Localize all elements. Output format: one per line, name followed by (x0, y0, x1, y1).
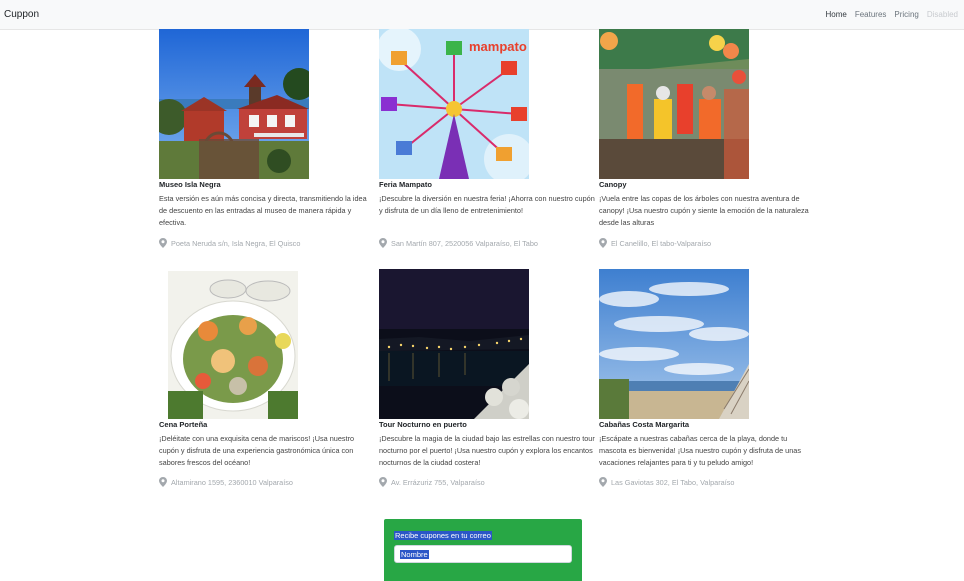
card-title: Canopy (599, 180, 627, 189)
coupon-card[interactable]: Canopy ¡Vuela entre las copas de los árb… (599, 29, 819, 254)
feria-mampato-image[interactable]: mampato (379, 29, 529, 179)
coupon-card[interactable]: Cena Porteña ¡Deléitate con una exquisit… (159, 269, 379, 494)
nav-links: Home Features Pricing Disabled (825, 10, 958, 19)
card-description: ¡Deléitate con una exquisita cena de mar… (159, 434, 355, 467)
card-title: Feria Mampato (379, 180, 432, 189)
card-location: Poeta Neruda s/n, Isla Negra, El Quisco (159, 238, 300, 248)
tour-nocturno-image[interactable] (379, 269, 529, 419)
coupon-card[interactable]: Tour Nocturno en puerto ¡Descubre la mag… (379, 269, 599, 494)
cena-portena-image[interactable] (168, 271, 298, 419)
card-location-text: San Martín 807, 2520056 Valparaíso, El T… (391, 238, 538, 248)
name-input[interactable]: Nombre (394, 545, 572, 563)
card-description: Esta versión es aún más concisa y direct… (159, 194, 367, 227)
newsletter-box: Recibe cupones en tu correo Nombre (384, 519, 582, 581)
card-location: Av. Errázuriz 755, Valparaíso (379, 477, 485, 487)
card-title: Museo Isla Negra (159, 180, 221, 189)
card-location: San Martín 807, 2520056 Valparaíso, El T… (379, 238, 538, 248)
card-title: Cena Porteña (159, 420, 208, 429)
card-location-text: Altamirano 1595, 2360010 Valparaíso (171, 477, 293, 487)
coupon-card[interactable]: Museo Isla Negra Esta versión es aún más… (159, 29, 379, 254)
card-description: ¡Escápate a nuestras cabañas cerca de la… (599, 434, 801, 467)
card-location-text: Las Gaviotas 302, El Tabo, Valparaíso (611, 477, 735, 487)
card-description: ¡Descubre la diversión en nuestra feria!… (379, 194, 595, 215)
navbar: Cuppon Home Features Pricing Disabled (0, 0, 964, 30)
card-location: Las Gaviotas 302, El Tabo, Valparaíso (599, 477, 734, 487)
coupon-card[interactable]: mampato Feria Mampato ¡Descubre la diver… (379, 29, 599, 254)
card-location: El Canelillo, El tabo-Valparaíso (599, 238, 711, 248)
card-description: ¡Descubre la magia de la ciudad bajo las… (379, 434, 595, 467)
map-pin-icon (599, 238, 607, 248)
cabanas-costa-margarita-image[interactable] (599, 269, 749, 419)
map-pin-icon (379, 477, 387, 487)
name-input-placeholder: Nombre (400, 550, 429, 559)
map-pin-icon (159, 477, 167, 487)
newsletter-label: Recibe cupones en tu correo (394, 531, 492, 540)
nav-pricing[interactable]: Pricing (894, 10, 918, 19)
card-title: Cabañas Costa Margarita (599, 420, 690, 429)
nav-disabled: Disabled (926, 10, 958, 19)
mampato-logo-text: mampato (469, 39, 527, 54)
nav-features[interactable]: Features (855, 10, 887, 19)
nav-home[interactable]: Home (825, 10, 846, 19)
card-location-text: Poeta Neruda s/n, Isla Negra, El Quisco (171, 238, 301, 248)
canopy-image[interactable] (599, 29, 749, 179)
card-location-text: El Canelillo, El tabo-Valparaíso (611, 238, 712, 248)
coupon-card[interactable]: Cabañas Costa Margarita ¡Escápate a nues… (599, 269, 819, 494)
brand-logo[interactable]: Cuppon (4, 9, 39, 20)
card-description: ¡Vuela entre las copas de los árboles co… (599, 194, 809, 227)
map-pin-icon (379, 238, 387, 248)
card-location-text: Av. Errázuriz 755, Valparaíso (391, 477, 485, 487)
museo-isla-negra-image[interactable] (159, 29, 309, 179)
card-location: Altamirano 1595, 2360010 Valparaíso (159, 477, 293, 487)
card-title: Tour Nocturno en puerto (379, 420, 467, 429)
map-pin-icon (599, 477, 607, 487)
map-pin-icon (159, 238, 167, 248)
